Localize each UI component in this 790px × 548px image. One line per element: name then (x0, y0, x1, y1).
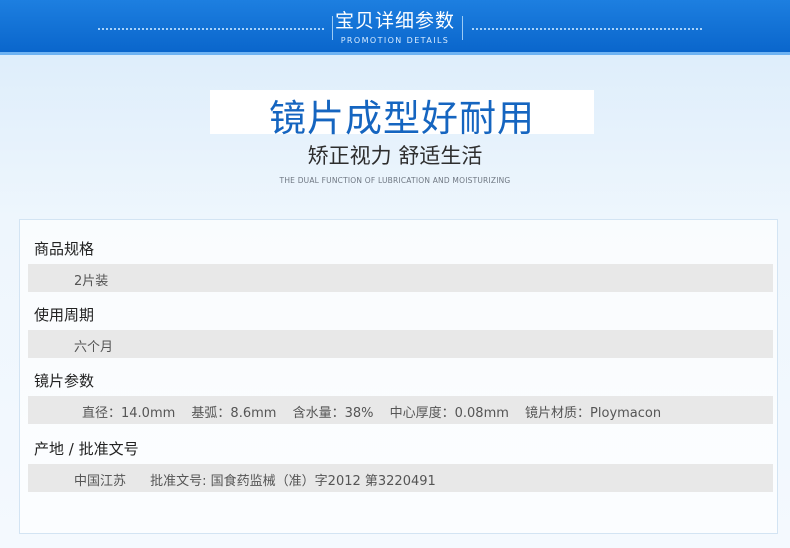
lens-label: 镜片参数 (34, 372, 95, 390)
subheadline: 矫正视力 舒适生活 (307, 144, 483, 168)
lens-material: 镜片材质：Ploymacon (525, 406, 662, 421)
headline: 镜片成型好耐用 (269, 97, 535, 140)
spec-label: 商品规格 (34, 240, 95, 258)
origin-place: 中国江苏 (74, 474, 127, 489)
tagline: THE DUAL FUNCTION OF LUBRICATION AND MOI… (279, 176, 511, 185)
origin-values: 中国江苏 批准文号: 国食药监械（准）字2012 第3220491 (74, 470, 448, 489)
spec-value: 2片装 (74, 274, 109, 289)
approval-number: 批准文号: 国食药监械（准）字2012 第3220491 (150, 474, 436, 489)
lens-water-content: 含水量：38% (292, 406, 374, 421)
spec-value-bar: 2片装 (28, 264, 773, 292)
period-value: 六个月 (74, 340, 114, 355)
lens-value-bar: 直径：14.0mm 基弧：8.6mm 含水量：38% 中心厚度：0.08mm 镜… (28, 396, 773, 424)
period-label: 使用周期 (34, 306, 95, 324)
origin-label: 产地 / 批准文号 (34, 440, 139, 458)
banner-title: 宝贝详细参数 (334, 10, 455, 32)
spec-panel: 商品规格 2片装 使用周期 六个月 镜片参数 直径：14.0mm 基弧：8.6m… (19, 219, 778, 534)
banner-subtitle: PROMOTION DETAILS (340, 36, 450, 45)
banner-stripe (0, 52, 790, 55)
lens-center-thickness: 中心厚度：0.08mm (389, 406, 509, 421)
lens-diameter: 直径：14.0mm (82, 406, 176, 421)
lens-values: 直径：14.0mm 基弧：8.6mm 含水量：38% 中心厚度：0.08mm 镜… (82, 402, 673, 421)
lens-base-curve: 基弧：8.6mm (191, 406, 277, 421)
period-value-bar: 六个月 (28, 330, 773, 358)
origin-value-bar: 中国江苏 批准文号: 国食药监械（准）字2012 第3220491 (28, 464, 773, 492)
